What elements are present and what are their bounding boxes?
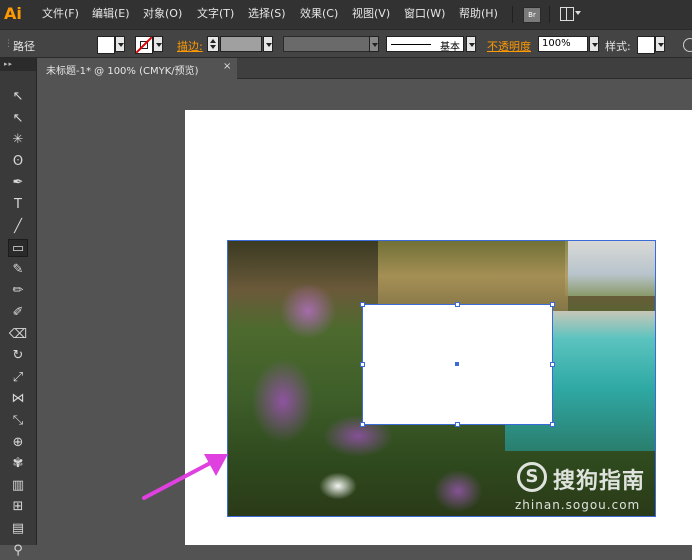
watermark-url: zhinan.sogou.com <box>515 498 641 512</box>
resize-handle-top-right[interactable] <box>550 302 555 307</box>
brush-line-preview <box>391 44 431 45</box>
stroke-weight-field[interactable] <box>220 36 262 52</box>
menu-select[interactable]: 选择(S) <box>248 7 286 21</box>
opacity-field[interactable]: 100% <box>538 36 588 52</box>
fill-color-swatch[interactable] <box>97 36 115 54</box>
watermark-name: 搜狗指南 <box>553 469 646 494</box>
menu-divider <box>549 6 550 23</box>
menu-edit[interactable]: 编辑(E) <box>92 7 130 21</box>
stroke-weight-stepper[interactable] <box>207 36 219 52</box>
pen-tool-icon[interactable]: ✒ <box>8 174 28 192</box>
menu-type[interactable]: 文字(T) <box>197 7 234 21</box>
rectangle-tool-icon[interactable]: ▭ <box>8 239 28 257</box>
stroke-weight-dropdown[interactable] <box>263 36 273 52</box>
resize-handle-top[interactable] <box>455 302 460 307</box>
menu-window[interactable]: 窗口(W) <box>404 7 445 21</box>
menu-help[interactable]: 帮助(H) <box>459 7 498 21</box>
eraser-tool-icon[interactable]: ⌫ <box>8 326 28 344</box>
resize-handle-top-left[interactable] <box>360 302 365 307</box>
control-bar: ⋮ 路径 描边: 基本 不透明度 100% 样式: <box>0 29 692 58</box>
opacity-panel-link[interactable]: 不透明度 <box>487 38 531 54</box>
symbol-sprayer-tool-icon[interactable]: ✾ <box>8 455 28 473</box>
chevron-down-icon <box>575 11 581 15</box>
selection-type-label: 路径 <box>13 40 35 53</box>
free-transform-tool-icon[interactable]: ⤡ <box>8 412 28 430</box>
variable-width-dropdown[interactable] <box>369 36 379 52</box>
watermark: S 搜狗指南 zhinan.sogou.com <box>505 460 685 516</box>
stroke-color-swatch[interactable] <box>135 36 153 54</box>
graphic-style-swatch[interactable] <box>637 36 655 54</box>
magic-wand-tool-icon[interactable]: ✳ <box>8 131 28 149</box>
tools-panel-collapse-icon[interactable]: ▸▸ <box>0 58 36 71</box>
scale-tool-icon[interactable]: ⤢ <box>8 369 28 387</box>
mesh-tool-icon[interactable]: ⊞ <box>8 498 28 516</box>
close-icon[interactable]: × <box>223 61 231 72</box>
resize-handle-bottom-left[interactable] <box>360 422 365 427</box>
app-logo: Ai <box>4 4 22 23</box>
pencil-tool-icon[interactable]: ✏ <box>8 282 28 300</box>
resize-handle-bottom-right[interactable] <box>550 422 555 427</box>
shape-builder-tool-icon[interactable]: ⊕ <box>8 434 28 452</box>
menu-divider <box>512 6 513 23</box>
line-segment-tool-icon[interactable]: ╱ <box>8 218 28 236</box>
stroke-dropdown[interactable] <box>153 36 163 52</box>
grip-icon: ⋮ <box>4 39 13 49</box>
blob-brush-tool-icon[interactable]: ✐ <box>8 304 28 322</box>
document-tab[interactable]: 未标题-1* @ 100% (CMYK/预览) × <box>37 58 237 79</box>
direct-selection-tool-icon[interactable]: ↖ <box>8 110 28 128</box>
bridge-button[interactable]: Br <box>523 7 541 23</box>
graphic-style-dropdown[interactable] <box>655 36 665 52</box>
menu-effect[interactable]: 效果(C) <box>300 7 338 21</box>
menu-view[interactable]: 视图(V) <box>352 7 390 21</box>
recolor-icon[interactable] <box>683 38 692 52</box>
rotate-tool-icon[interactable]: ↻ <box>8 347 28 365</box>
rectangle-center-point <box>455 362 459 366</box>
variable-width-profile[interactable] <box>283 36 379 52</box>
resize-handle-left[interactable] <box>360 362 365 367</box>
document-tab-bar: 未标题-1* @ 100% (CMYK/预览) × <box>37 58 692 79</box>
stroke-panel-link[interactable]: 描边: <box>177 38 203 54</box>
arrange-documents-button[interactable] <box>560 7 581 21</box>
none-slash-icon <box>136 37 152 53</box>
style-label: 样式: <box>605 40 631 53</box>
paintbrush-tool-icon[interactable]: ✎ <box>8 261 28 279</box>
brush-definition-field[interactable]: 基本 <box>386 36 464 53</box>
sogou-logo-icon: S <box>517 462 547 492</box>
selection-tool-icon[interactable]: ↖ <box>8 88 28 106</box>
menu-file[interactable]: 文件(F) <box>42 7 79 21</box>
document-tab-title: 未标题-1* @ 100% (CMYK/预览) <box>46 66 199 77</box>
resize-handle-bottom[interactable] <box>455 422 460 427</box>
photo-sky <box>565 241 655 296</box>
menu-object[interactable]: 对象(O) <box>143 7 182 21</box>
column-graph-tool-icon[interactable]: ▥ <box>8 477 28 495</box>
brush-definition-value: 基本 <box>440 42 460 53</box>
menu-bar: Ai 文件(F) 编辑(E) 对象(O) 文字(T) 选择(S) 效果(C) 视… <box>0 0 692 29</box>
gradient-tool-icon[interactable]: ▤ <box>8 520 28 538</box>
width-tool-icon[interactable]: ⋈ <box>8 390 28 408</box>
lasso-tool-icon[interactable]: ʘ <box>8 153 28 171</box>
photo-cliff <box>378 241 568 311</box>
brush-definition-dropdown[interactable] <box>466 36 476 52</box>
type-tool-icon[interactable]: T <box>8 196 28 214</box>
opacity-dropdown[interactable] <box>589 36 599 52</box>
resize-handle-right[interactable] <box>550 362 555 367</box>
arrange-documents-icon <box>560 7 574 21</box>
annotation-arrow-icon <box>142 454 228 500</box>
fill-dropdown[interactable] <box>115 36 125 52</box>
